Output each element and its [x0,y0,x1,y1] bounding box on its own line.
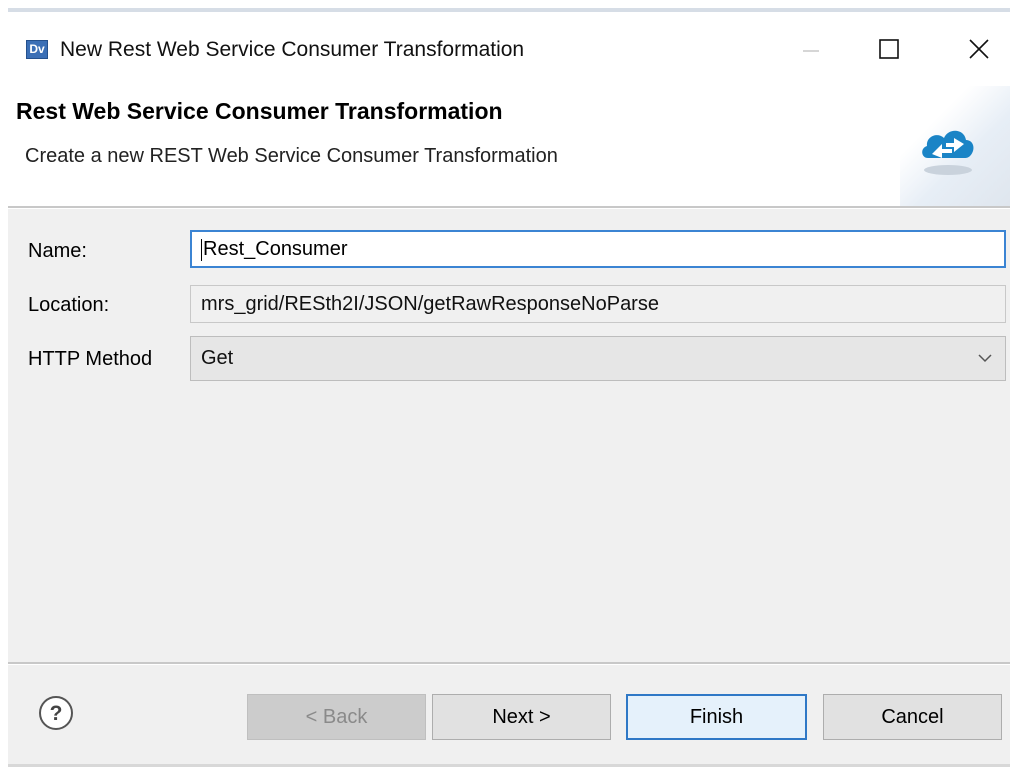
location-field[interactable]: mrs_grid/RESth2I/JSON/getRawResponseNoPa… [190,285,1006,323]
wizard-header: Rest Web Service Consumer Transformation… [8,86,1010,206]
app-logo-icon: Dv [26,40,48,59]
header-separator [8,206,1010,209]
location-label: Location: [28,294,110,316]
maximize-icon [879,39,899,59]
finish-button[interactable]: Finish [626,694,807,740]
window-title: New Rest Web Service Consumer Transforma… [60,38,525,61]
text-cursor [201,238,202,261]
next-button[interactable]: Next > [432,694,611,740]
minimize-button[interactable] [778,18,844,80]
http-method-select[interactable]: Get [190,336,1006,381]
name-value: Rest_Consumer [203,238,348,260]
chevron-down-icon [978,354,992,363]
name-input[interactable]: Rest_Consumer [190,230,1006,268]
help-icon[interactable]: ? [38,695,74,731]
back-button[interactable]: < Back [247,694,426,740]
minimize-icon [803,50,819,52]
http-method-label: HTTP Method [28,348,153,370]
cloud-arrows-icon [922,130,974,175]
maximize-button[interactable] [856,18,922,80]
wizard-dialog: Dv New Rest Web Service Consumer Transfo… [8,8,1010,767]
http-method-value: Get [201,347,234,369]
close-button[interactable] [946,18,1010,80]
close-icon [969,39,989,59]
page-title: Rest Web Service Consumer Transformation [16,98,503,124]
name-label: Name: [28,240,87,262]
location-value: mrs_grid/RESth2I/JSON/getRawResponseNoPa… [201,293,659,315]
footer-separator [8,662,1010,665]
svg-text:?: ? [50,702,63,725]
cancel-button[interactable]: Cancel [823,694,1002,740]
title-bar: Dv New Rest Web Service Consumer Transfo… [8,12,1010,86]
page-description: Create a new REST Web Service Consumer T… [25,145,558,167]
